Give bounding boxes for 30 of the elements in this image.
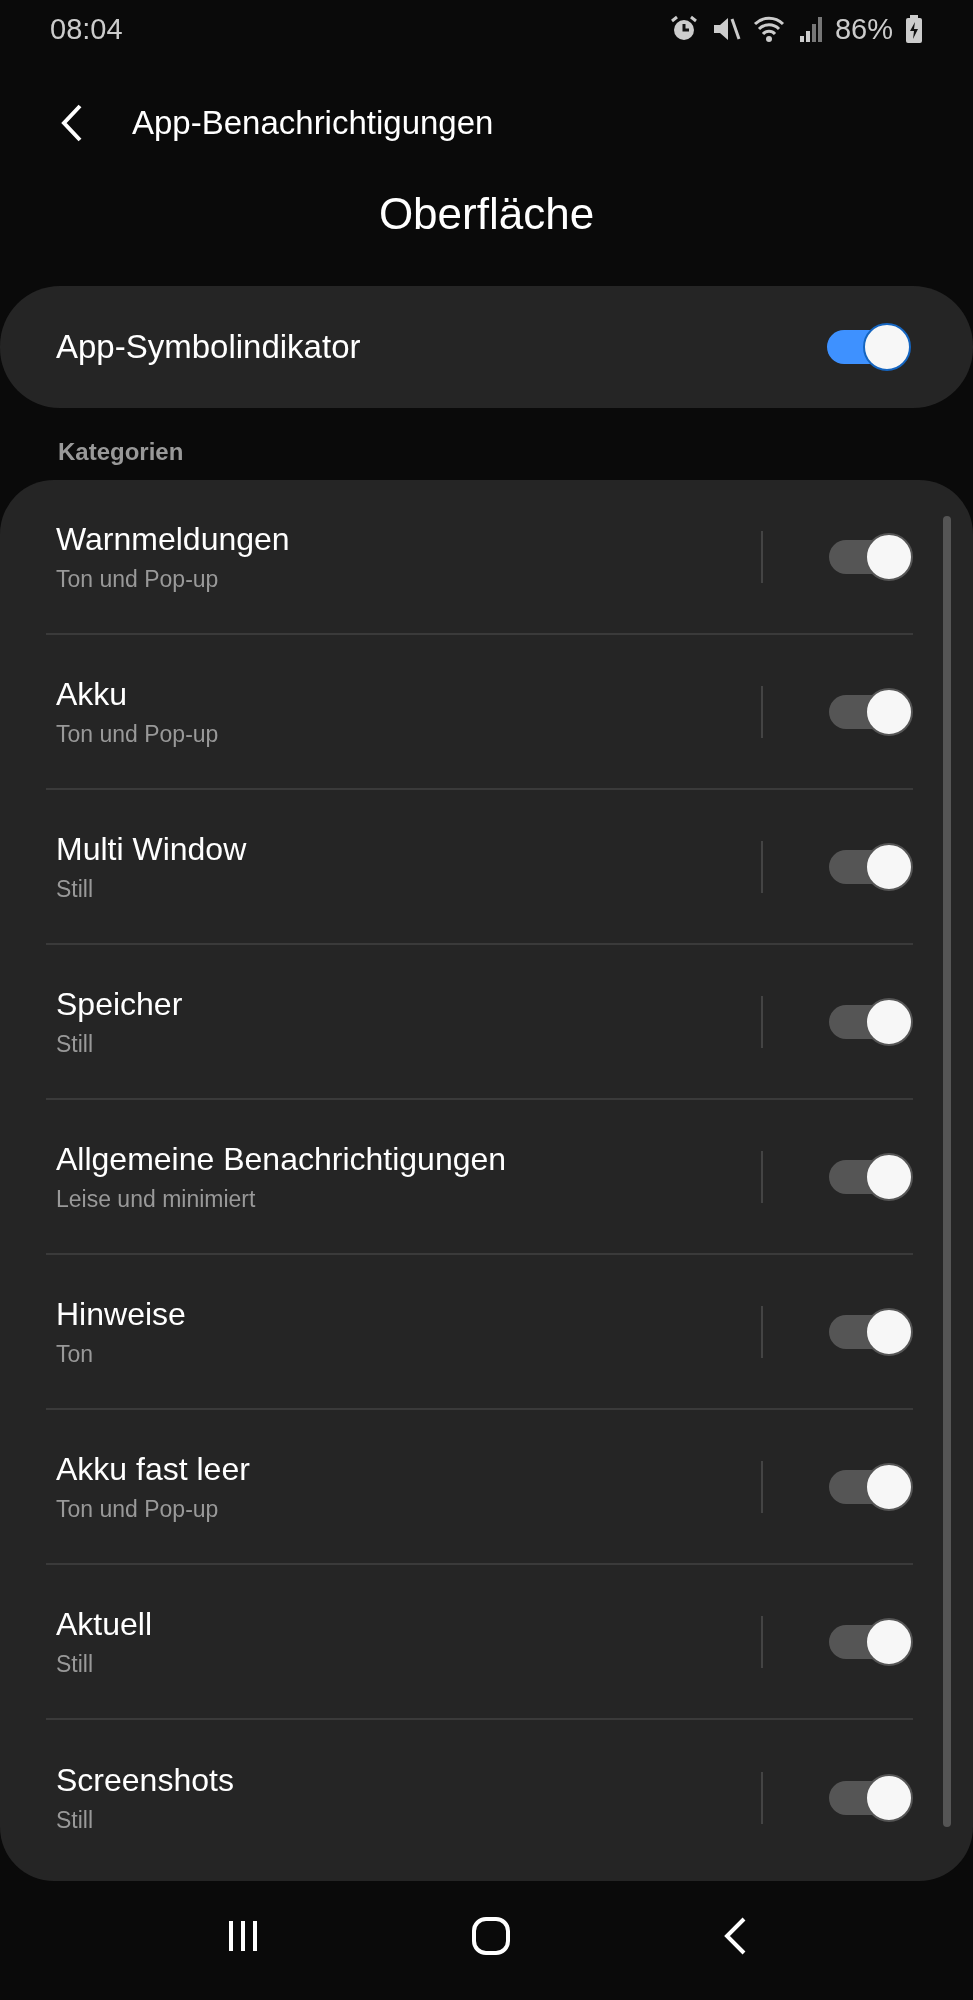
section-heading: Oberfläche — [377, 188, 596, 240]
category-name: Multi Window — [56, 830, 248, 868]
page-title: App-Benachrichtigungen — [132, 104, 494, 142]
category-name: Screenshots — [56, 1761, 235, 1799]
category-description: Still — [56, 1650, 95, 1678]
battery-level: 86% — [834, 12, 893, 46]
category-name: Akku — [56, 675, 129, 713]
wifi-icon — [752, 14, 787, 44]
category-description: Ton und Pop-up — [56, 1495, 220, 1523]
category-description: Ton — [56, 1340, 95, 1368]
category-description: Still — [56, 1030, 95, 1058]
category-name: Aktuell — [56, 1605, 154, 1643]
signal-icon — [798, 14, 823, 44]
category-name: Allgemeine Benachrichtigungen — [56, 1140, 508, 1178]
section-label: Kategorien — [58, 438, 185, 466]
home-icon — [471, 1916, 512, 1956]
battery-charging-icon — [905, 14, 923, 44]
setting-label: App-Symbolindikator — [56, 328, 361, 366]
category-description: Leise und minimiert — [56, 1185, 257, 1213]
category-name: Hinweise — [56, 1295, 187, 1333]
category-description: Ton und Pop-up — [56, 565, 220, 593]
category-name: Akku fast leer — [56, 1450, 251, 1488]
category-description: Ton und Pop-up — [56, 720, 220, 748]
category-name: Warnmeldungen — [56, 520, 291, 558]
clock: 08:04 — [50, 12, 123, 46]
category-description: Still — [56, 875, 95, 903]
toggle-switch[interactable] — [825, 323, 911, 371]
back-icon — [60, 103, 84, 143]
category-name: Speicher — [56, 985, 184, 1023]
category-description: Still — [56, 1806, 95, 1834]
